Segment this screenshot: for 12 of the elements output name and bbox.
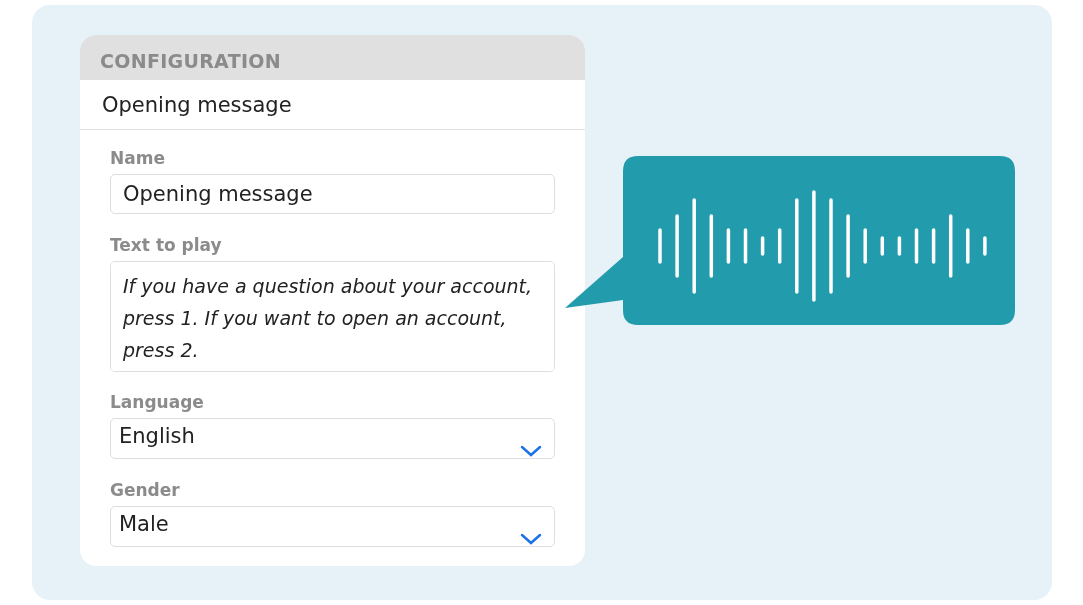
card-header: CONFIGURATION <box>100 50 281 72</box>
chevron-down-icon <box>520 444 542 458</box>
field-label: Name <box>110 148 165 168</box>
chevron-down-icon <box>520 532 542 546</box>
text-area[interactable]: If you have a question about your account, press 1. If you want to open an account, press 2. <box>110 261 555 372</box>
card-title: Opening message <box>102 93 292 117</box>
select-field[interactable]: Male <box>110 506 555 547</box>
field-label: Language <box>110 392 204 412</box>
field-label: Text to play <box>110 235 222 255</box>
name-field[interactable]: Opening message <box>110 174 555 214</box>
select-field[interactable]: English <box>110 418 555 459</box>
field-label: Gender <box>110 480 180 500</box>
